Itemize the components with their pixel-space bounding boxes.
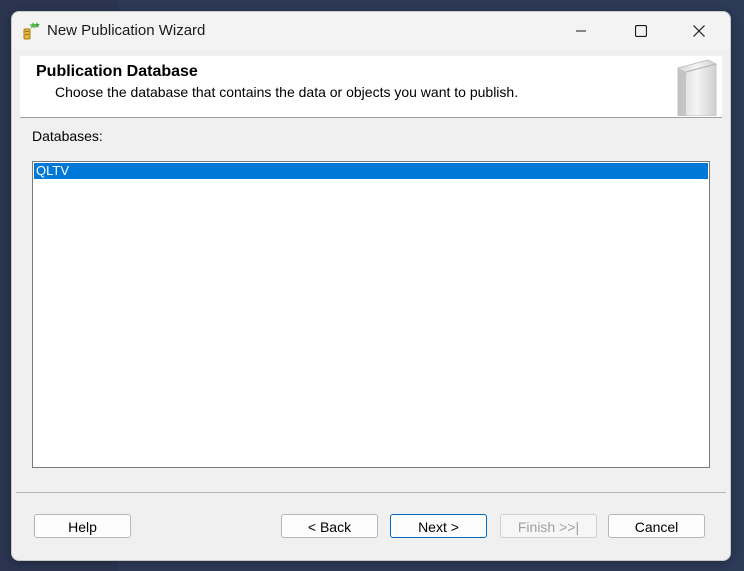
minimize-button[interactable] xyxy=(558,12,604,50)
close-icon xyxy=(693,25,705,37)
wizard-header: Publication Database Choose the database… xyxy=(20,56,722,118)
page-title: Publication Database xyxy=(36,63,198,80)
page-subtitle: Choose the database that contains the da… xyxy=(55,84,519,100)
wizard-window: New Publication Wizard Publication Datab… xyxy=(11,11,731,561)
maximize-icon xyxy=(635,25,647,37)
help-button[interactable]: Help xyxy=(34,514,131,538)
publication-wizard-icon xyxy=(22,21,42,41)
next-button[interactable]: Next > xyxy=(390,514,487,538)
finish-button[interactable]: Finish >>| xyxy=(500,514,597,538)
close-button[interactable] xyxy=(676,12,722,50)
list-item[interactable]: QLTV xyxy=(34,163,708,179)
minimize-icon xyxy=(576,30,586,32)
window-title: New Publication Wizard xyxy=(47,22,206,39)
footer-separator xyxy=(16,492,726,493)
cancel-button[interactable]: Cancel xyxy=(608,514,705,538)
title-bar[interactable]: New Publication Wizard xyxy=(12,12,730,50)
databases-label: Databases: xyxy=(32,128,103,144)
maximize-button[interactable] xyxy=(618,12,664,50)
book-icon xyxy=(664,58,722,117)
back-button[interactable]: < Back xyxy=(281,514,378,538)
databases-listbox[interactable]: QLTV xyxy=(32,161,710,468)
